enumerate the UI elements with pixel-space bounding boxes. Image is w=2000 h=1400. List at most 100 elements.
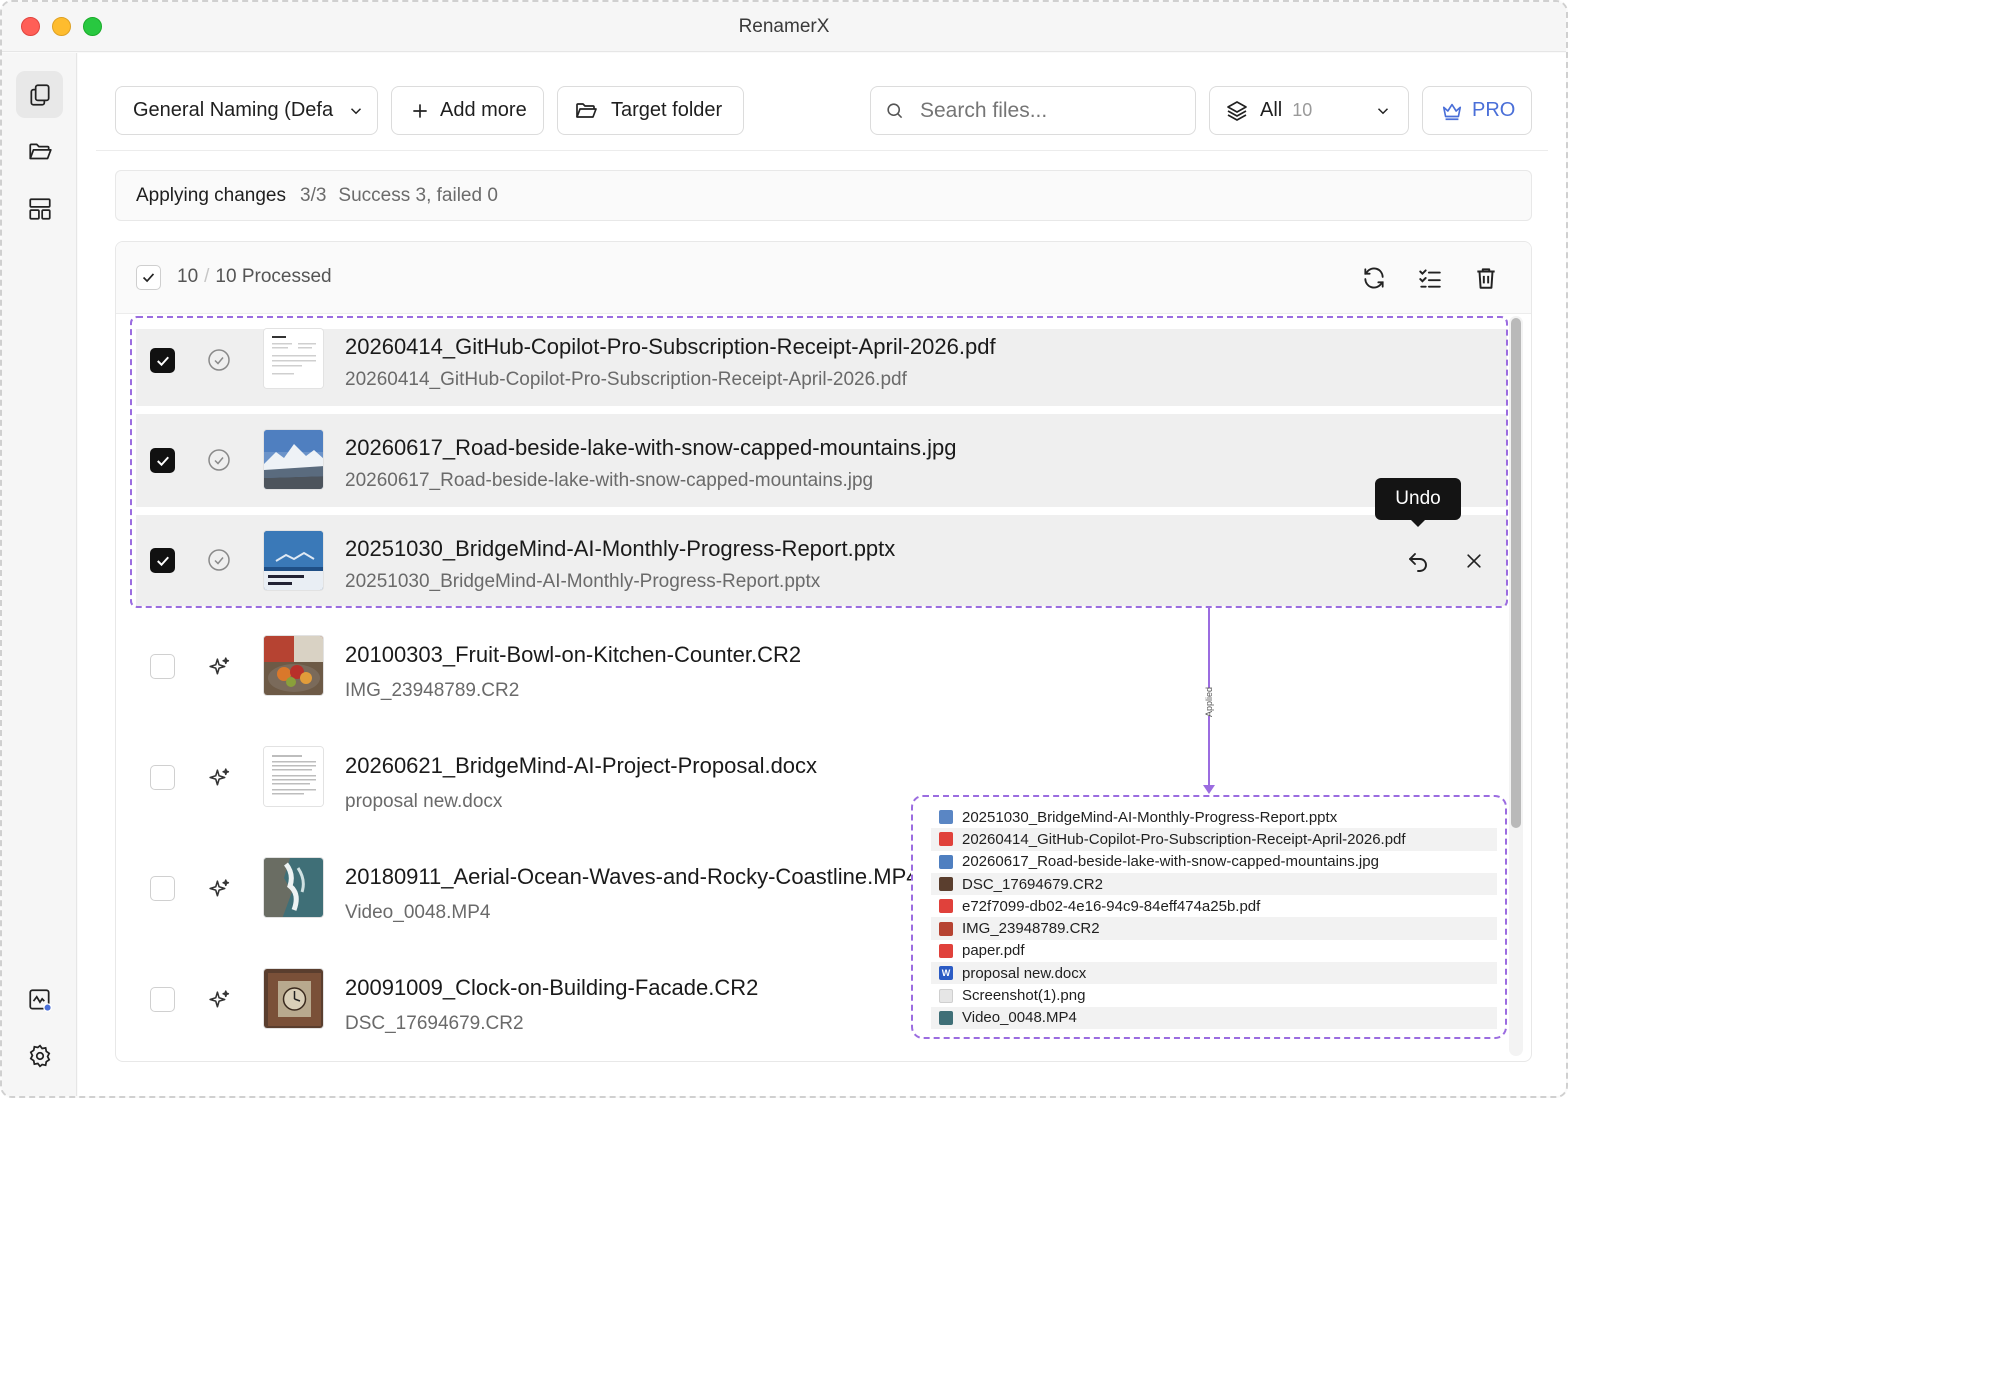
row-checkbox[interactable] bbox=[150, 876, 175, 901]
delete-all-button[interactable] bbox=[1470, 262, 1502, 294]
chevron-down-icon bbox=[1378, 107, 1389, 114]
document-thumbnail bbox=[264, 747, 323, 806]
folder-file-item[interactable]: 20251030_BridgeMind-AI-Monthly-Progress-… bbox=[939, 806, 1487, 828]
sparkles-icon bbox=[208, 878, 229, 897]
naming-preset-label: General Naming (Defa bbox=[133, 99, 334, 121]
new-file-name: 20260621_BridgeMind-AI-Project-Proposal.… bbox=[345, 753, 818, 778]
original-file-name: 20260617_Road-beside-lake-with-snow-capp… bbox=[345, 470, 874, 491]
check-icon bbox=[156, 556, 169, 566]
file-row[interactable]: 20091009_Clock-on-Building-Facade.CR2 DS… bbox=[136, 957, 911, 1046]
apply-status-bar: Applying changes 3/3 Success 3, failed 0 bbox=[115, 170, 1532, 221]
processed-count: 10 Processed bbox=[215, 266, 332, 287]
folder-file-item[interactable]: e72f7099-db02-4e16-94c9-84eff474a25b.pdf bbox=[939, 895, 1487, 917]
status-ai-suggested bbox=[206, 876, 232, 902]
scrollbar-thumb[interactable] bbox=[1511, 318, 1521, 828]
refresh-icon bbox=[1364, 267, 1384, 289]
file-row[interactable]: 20100303_Fruit-Bowl-on-Kitchen-Counter.C… bbox=[136, 624, 1507, 713]
layers-icon bbox=[1227, 100, 1247, 121]
sidebar-item-files[interactable] bbox=[16, 71, 63, 118]
annotation-label-text: Applied bbox=[1204, 686, 1214, 718]
undo-button[interactable] bbox=[1404, 547, 1432, 575]
filter-label: All bbox=[1260, 99, 1283, 121]
undo-icon bbox=[1409, 553, 1427, 572]
check-circle-icon bbox=[208, 449, 230, 471]
file-row[interactable]: 20251030_BridgeMind-AI-Monthly-Progress-… bbox=[136, 515, 1507, 606]
app-window: RenamerX General Naming (Defa Add more T… bbox=[0, 0, 1568, 1098]
raw-photo-icon bbox=[939, 877, 953, 892]
folder-file-item[interactable]: paper.pdf bbox=[939, 940, 1487, 962]
folder-file-item[interactable]: 20260617_Road-beside-lake-with-snow-capp… bbox=[939, 851, 1487, 873]
checklist-icon bbox=[1419, 269, 1441, 288]
folder-file-name: DSC_17694679.CR2 bbox=[962, 875, 1103, 893]
row-checkbox[interactable] bbox=[150, 348, 175, 373]
folder-file-item[interactable]: Video_0048.MP4 bbox=[931, 1006, 1497, 1029]
sidebar-item-activity[interactable] bbox=[16, 976, 63, 1023]
row-checkbox[interactable] bbox=[150, 987, 175, 1012]
folder-file-item[interactable]: IMG_23948789.CR2 bbox=[931, 917, 1497, 940]
file-thumbnail bbox=[263, 857, 324, 918]
file-thumbnail bbox=[263, 429, 324, 490]
add-more-button[interactable]: Add more bbox=[391, 86, 544, 135]
folder-file-item[interactable]: W proposal new.docx bbox=[931, 962, 1497, 985]
new-file-name: 20260414_GitHub-Copilot-Pro-Subscription… bbox=[345, 334, 996, 359]
status-summary: Success 3, failed 0 bbox=[338, 184, 498, 206]
filter-count: 10 bbox=[1292, 100, 1313, 120]
activity-icon bbox=[28, 988, 52, 1012]
files-icon bbox=[29, 83, 50, 106]
naming-preset-select[interactable]: General Naming (Defa bbox=[115, 86, 378, 135]
refresh-button[interactable] bbox=[1358, 262, 1390, 294]
folder-file-name: 20260414_GitHub-Copilot-Pro-Subscription… bbox=[962, 830, 1406, 848]
row-checkbox[interactable] bbox=[150, 654, 175, 679]
search-field[interactable] bbox=[870, 86, 1196, 135]
annotation-arrow-head bbox=[1203, 785, 1215, 794]
folder-file-item[interactable]: DSC_17694679.CR2 bbox=[931, 872, 1497, 896]
title-bar: RenamerX bbox=[2, 2, 1566, 52]
folder-file-name: 20260617_Road-beside-lake-with-snow-capp… bbox=[962, 853, 1379, 871]
remove-row-button[interactable] bbox=[1460, 547, 1488, 575]
file-row[interactable]: 20260414_GitHub-Copilot-Pro-Subscription… bbox=[136, 328, 1507, 406]
check-circle-icon bbox=[208, 549, 230, 571]
tooltip-text: Undo bbox=[1395, 488, 1441, 509]
file-row[interactable]: 20180911_Aerial-Ocean-Waves-and-Rocky-Co… bbox=[136, 846, 911, 935]
folder-file-name: 20251030_BridgeMind-AI-Monthly-Progress-… bbox=[962, 808, 1338, 826]
check-icon bbox=[156, 356, 169, 366]
filter-select[interactable]: All 10 bbox=[1209, 86, 1409, 135]
pdf-icon bbox=[939, 899, 953, 914]
select-all-checkbox[interactable] bbox=[136, 265, 161, 290]
target-folder-label: Target folder bbox=[611, 99, 723, 121]
sparkles-icon bbox=[208, 767, 229, 786]
clock-facade-photo-thumbnail bbox=[264, 969, 323, 1028]
folder-file-name: proposal new.docx bbox=[962, 964, 1087, 982]
image-icon bbox=[939, 854, 953, 869]
checklist-button[interactable] bbox=[1414, 262, 1446, 294]
sidebar-item-templates[interactable] bbox=[16, 185, 63, 232]
count-separator: / bbox=[204, 266, 210, 287]
check-icon bbox=[142, 273, 155, 283]
folder-open-icon bbox=[28, 143, 52, 159]
folder-file-item[interactable]: Screenshot(1).png bbox=[939, 984, 1487, 1006]
raw-photo-icon bbox=[939, 921, 953, 936]
fruit-bowl-photo-thumbnail bbox=[264, 636, 323, 695]
png-icon bbox=[939, 988, 953, 1003]
folder-file-item[interactable]: 20260414_GitHub-Copilot-Pro-Subscription… bbox=[931, 828, 1497, 851]
row-checkbox[interactable] bbox=[150, 765, 175, 790]
file-thumbnail bbox=[263, 530, 324, 591]
file-count: 10/10 Processed bbox=[177, 266, 332, 288]
status-ai-suggested bbox=[206, 987, 232, 1013]
row-checkbox[interactable] bbox=[150, 448, 175, 473]
status-progress: 3/3 bbox=[300, 184, 327, 206]
sidebar-item-folders[interactable] bbox=[16, 128, 63, 175]
new-file-name: 20251030_BridgeMind-AI-Monthly-Progress-… bbox=[345, 536, 896, 561]
row-checkbox[interactable] bbox=[150, 548, 175, 573]
selected-count: 10 bbox=[177, 266, 199, 287]
search-input[interactable] bbox=[920, 98, 1170, 123]
file-row[interactable]: 20260617_Road-beside-lake-with-snow-capp… bbox=[136, 414, 1507, 507]
target-folder-button[interactable]: Target folder bbox=[557, 86, 744, 135]
trash-icon bbox=[1477, 268, 1495, 289]
sidebar-item-settings[interactable] bbox=[16, 1032, 63, 1079]
folder-file-name: e72f7099-db02-4e16-94c9-84eff474a25b.pdf bbox=[962, 897, 1261, 915]
pro-button[interactable]: PRO bbox=[1422, 86, 1532, 135]
annotation-label: Applied bbox=[1196, 686, 1222, 718]
original-file-name: proposal new.docx bbox=[345, 791, 503, 812]
check-icon bbox=[156, 456, 169, 466]
